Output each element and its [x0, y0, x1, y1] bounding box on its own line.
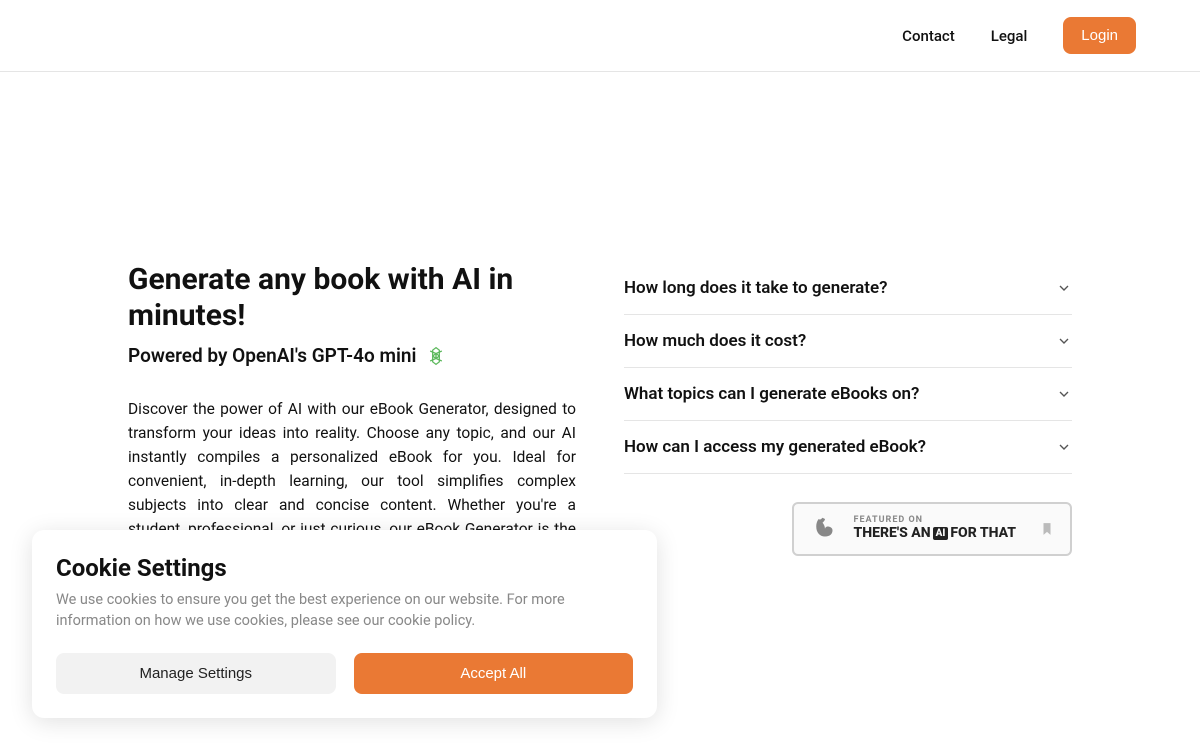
- arm-flex-icon: [810, 514, 840, 544]
- chevron-down-icon: [1056, 386, 1072, 402]
- subtitle: Powered by OpenAI's GPT-4o mini: [128, 344, 416, 367]
- chevron-down-icon: [1056, 333, 1072, 349]
- featured-before: THERE'S AN: [854, 526, 931, 541]
- featured-wrap: FEATURED ON THERE'S AN AI FOR THAT: [624, 502, 1072, 556]
- cookie-buttons: Manage Settings Accept All: [56, 653, 633, 694]
- openai-icon: [426, 346, 446, 366]
- faq-question: How can I access my generated eBook?: [624, 437, 926, 457]
- page-title: Generate any book with AI in minutes!: [128, 262, 576, 334]
- featured-text: FEATURED ON THERE'S AN AI FOR THAT: [854, 516, 1016, 541]
- featured-bottom-text: THERE'S AN AI FOR THAT: [854, 526, 1016, 541]
- cookie-description: We use cookies to ensure you get the bes…: [56, 590, 633, 631]
- login-button[interactable]: Login: [1063, 17, 1136, 54]
- nav-contact[interactable]: Contact: [902, 27, 955, 45]
- chevron-down-icon: [1056, 439, 1072, 455]
- ai-block: AI: [933, 527, 949, 540]
- faq-item-0[interactable]: How long does it take to generate?: [624, 262, 1072, 315]
- cookie-title: Cookie Settings: [56, 554, 633, 582]
- featured-after: FOR THAT: [950, 526, 1016, 541]
- faq-item-1[interactable]: How much does it cost?: [624, 315, 1072, 368]
- accept-all-button[interactable]: Accept All: [354, 653, 634, 694]
- chevron-down-icon: [1056, 280, 1072, 296]
- header: Contact Legal Login: [0, 0, 1200, 72]
- featured-badge[interactable]: FEATURED ON THERE'S AN AI FOR THAT: [792, 502, 1072, 556]
- manage-settings-button[interactable]: Manage Settings: [56, 653, 336, 694]
- faq-section: How long does it take to generate? How m…: [624, 262, 1072, 619]
- faq-item-2[interactable]: What topics can I generate eBooks on?: [624, 368, 1072, 421]
- faq-item-3[interactable]: How can I access my generated eBook?: [624, 421, 1072, 474]
- nav: Contact Legal Login: [902, 17, 1136, 54]
- faq-question: How much does it cost?: [624, 331, 806, 351]
- subtitle-row: Powered by OpenAI's GPT-4o mini: [128, 344, 576, 367]
- bookmark-icon: [1040, 520, 1054, 538]
- faq-question: How long does it take to generate?: [624, 278, 888, 298]
- faq-question: What topics can I generate eBooks on?: [624, 384, 919, 404]
- cookie-banner: Cookie Settings We use cookies to ensure…: [32, 530, 657, 718]
- nav-legal[interactable]: Legal: [991, 27, 1028, 45]
